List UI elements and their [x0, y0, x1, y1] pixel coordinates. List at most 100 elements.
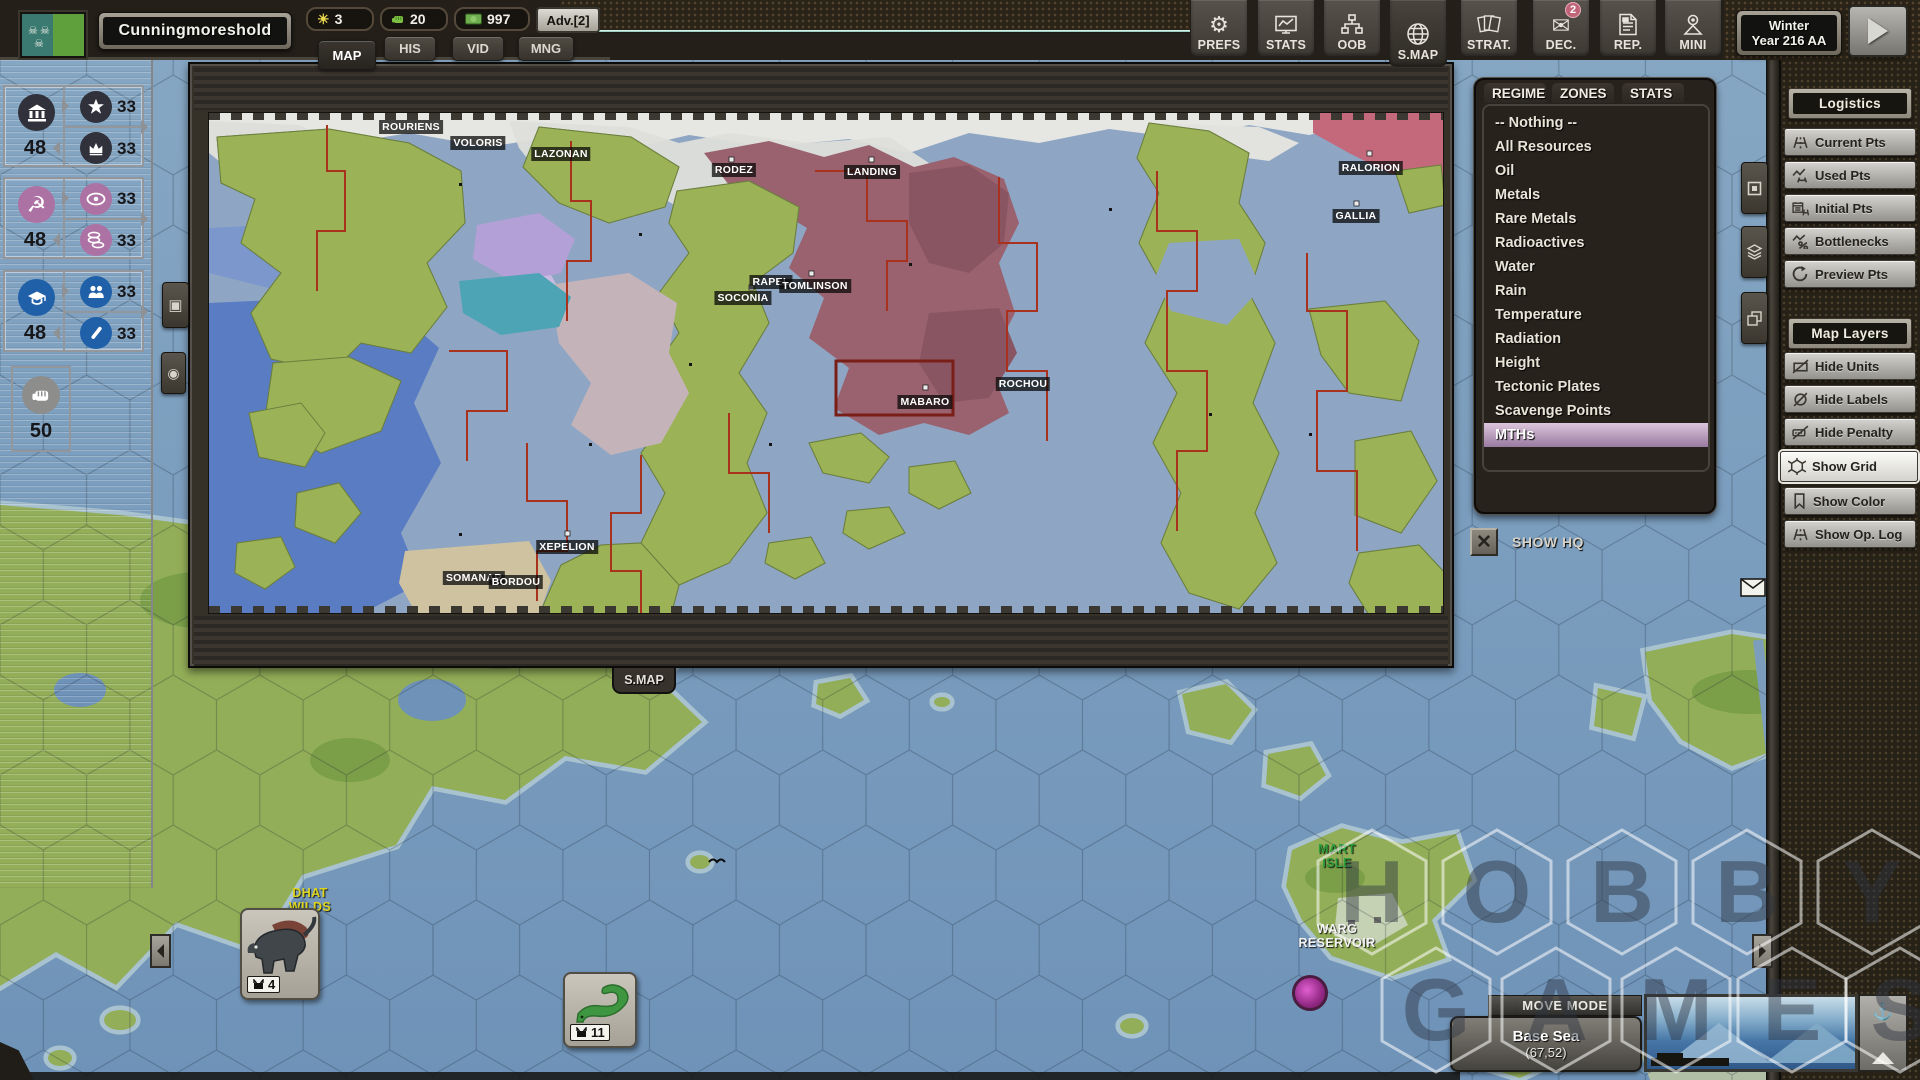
layer-list-item[interactable]: Scavenge Points: [1484, 399, 1708, 423]
strategic-map-panel: ROURIENSVOLORISLAZONANRODEZLANDINGRALORI…: [188, 62, 1454, 668]
tile-actions[interactable]: ⚓: [1858, 994, 1908, 1072]
nav-smap[interactable]: S.MAP: [1389, 0, 1447, 67]
map-scroll-right[interactable]: [1752, 934, 1773, 968]
credits[interactable]: 997: [454, 7, 530, 31]
tab-zones[interactable]: ZONES: [1552, 83, 1614, 103]
stat-value: 33: [117, 97, 136, 117]
regime-name: Cunningmoreshold: [118, 22, 271, 40]
hex-grid-icon: [1788, 458, 1806, 475]
unrest-box[interactable]: 50: [11, 366, 71, 452]
tile-coords: (67,52): [1525, 1045, 1566, 1060]
nav-rep[interactable]: REP.: [1599, 0, 1657, 57]
used-pts-button[interactable]: Used Pts: [1784, 161, 1916, 189]
fate-points[interactable]: 20: [380, 7, 448, 31]
layer-list-item[interactable]: Radiation: [1484, 327, 1708, 351]
nav-oob[interactable]: OOB: [1323, 0, 1381, 57]
coins-icon: [80, 224, 112, 256]
tab-stats[interactable]: STATS: [1622, 83, 1684, 103]
area-label: WARG RESERVOIR: [1298, 922, 1375, 951]
panel-widget-layers[interactable]: [1741, 226, 1768, 278]
tab-mng[interactable]: MNG: [518, 36, 574, 61]
sun-icon: ☀: [317, 11, 330, 28]
refresh-icon: [1792, 266, 1809, 282]
show-hq-label: SHOW HQ: [1512, 534, 1584, 550]
graduation-cap-icon: [18, 279, 55, 316]
tab-vid[interactable]: VID: [452, 36, 504, 61]
hide-labels-button[interactable]: Hide Labels: [1784, 385, 1916, 413]
beast-unit[interactable]: 4: [240, 908, 320, 1000]
date-year: Year 216 AA: [1752, 33, 1827, 48]
advisor-button[interactable]: Adv.[2]: [536, 7, 600, 33]
globe-icon: [1406, 22, 1430, 46]
layer-list-item[interactable]: Metals: [1484, 183, 1708, 207]
tab-map[interactable]: MAP: [318, 40, 376, 70]
tab-his[interactable]: HIS: [384, 36, 436, 61]
regime-flag[interactable]: ☠☠☠: [20, 12, 86, 58]
frame-icon: [1747, 181, 1762, 196]
envelope-marker-icon[interactable]: [1740, 578, 1766, 597]
show-op-log-button[interactable]: Show Op. Log: [1784, 520, 1916, 548]
show-grid-button[interactable]: Show Grid: [1780, 451, 1918, 482]
tab-regime[interactable]: REGIME: [1484, 83, 1546, 103]
city-label: RALORION: [1339, 161, 1403, 175]
hammer-sickle-icon: ☭: [18, 186, 55, 223]
layer-list-item[interactable]: All Resources: [1484, 135, 1708, 159]
eye-icon: [80, 183, 112, 215]
layer-list-item[interactable]: Rare Metals: [1484, 207, 1708, 231]
lizard-unit[interactable]: 11: [563, 972, 637, 1048]
stat-value: 33: [117, 231, 136, 251]
bottlenecks-button[interactable]: Bottlenecks: [1784, 227, 1916, 255]
stat-group-politics[interactable]: ☭ 48 33 33: [3, 177, 144, 259]
bird-mark: [708, 856, 726, 866]
city-label: MABARO: [897, 395, 952, 409]
nav-strat[interactable]: STRAT.: [1460, 0, 1518, 57]
gear-icon: ⚙: [1209, 14, 1229, 36]
layer-list-item[interactable]: MTHs: [1484, 423, 1708, 447]
bookmark-icon: [1792, 493, 1807, 509]
current-pts-button[interactable]: Current Pts: [1784, 128, 1916, 156]
layer-list-item[interactable]: Oil: [1484, 159, 1708, 183]
hide-penalty-button[interactable]: Hide Penalty: [1784, 418, 1916, 446]
city-label: ROCHOU: [996, 377, 1050, 391]
show-color-button[interactable]: Show Color: [1784, 487, 1916, 515]
initial-pts-button[interactable]: Initial Pts: [1784, 194, 1916, 222]
nav-prefs[interactable]: ⚙ PREFS: [1190, 0, 1248, 57]
layer-list-item[interactable]: Radioactives: [1484, 231, 1708, 255]
cash-icon: [465, 13, 482, 25]
road-icon: [1792, 527, 1809, 542]
tile-preview[interactable]: [1644, 994, 1858, 1072]
political-points[interactable]: ☀ 3: [306, 7, 374, 31]
nav-dec[interactable]: ✉ 2 DEC.: [1532, 0, 1590, 57]
nav-stats[interactable]: STATS: [1257, 0, 1315, 57]
hide-units-button[interactable]: Hide Units: [1784, 352, 1916, 380]
map-scroll-left[interactable]: [150, 934, 171, 968]
layer-list-item[interactable]: Height: [1484, 351, 1708, 375]
panel-top-stripes: [194, 68, 1448, 110]
layer-list-item[interactable]: -- Nothing --: [1484, 111, 1708, 135]
move-mode-indicator: MOVE MODE: [1488, 995, 1642, 1016]
panel-widget-copy[interactable]: [1741, 292, 1768, 344]
layer-list-item[interactable]: Temperature: [1484, 303, 1708, 327]
strategic-map[interactable]: ROURIENSVOLORISLAZONANRODEZLANDINGRALORI…: [208, 112, 1444, 614]
decision-badge: 2: [1565, 2, 1581, 18]
regime-nameplate: Cunningmoreshold: [98, 12, 292, 50]
nav-mini[interactable]: MINI: [1664, 0, 1722, 57]
fist-icon: [22, 376, 60, 414]
monster-face-icon: [575, 1027, 588, 1038]
stat-group-government[interactable]: 48 33 33: [3, 85, 144, 167]
city-label: LANDING: [844, 165, 900, 179]
panel-widget-select[interactable]: [1741, 162, 1768, 214]
stat-group-culture[interactable]: 48 33 33: [3, 270, 144, 352]
preview-pts-button[interactable]: Preview Pts: [1784, 260, 1916, 288]
layer-list-item[interactable]: Rain: [1484, 279, 1708, 303]
smap-panel-tab[interactable]: S.MAP: [612, 668, 676, 694]
city-label: RODEZ: [712, 163, 756, 177]
panel-widget-knob[interactable]: ◉: [161, 352, 186, 394]
panel-widget-frame[interactable]: ▣: [162, 282, 189, 328]
layer-list-item[interactable]: Tectonic Plates: [1484, 375, 1708, 399]
purple-unit[interactable]: [1292, 975, 1328, 1011]
layer-list-item[interactable]: Water: [1484, 255, 1708, 279]
accent-line: [560, 30, 1190, 33]
show-hq-checkbox[interactable]: ✕: [1470, 528, 1498, 556]
end-turn-button[interactable]: [1848, 5, 1908, 57]
